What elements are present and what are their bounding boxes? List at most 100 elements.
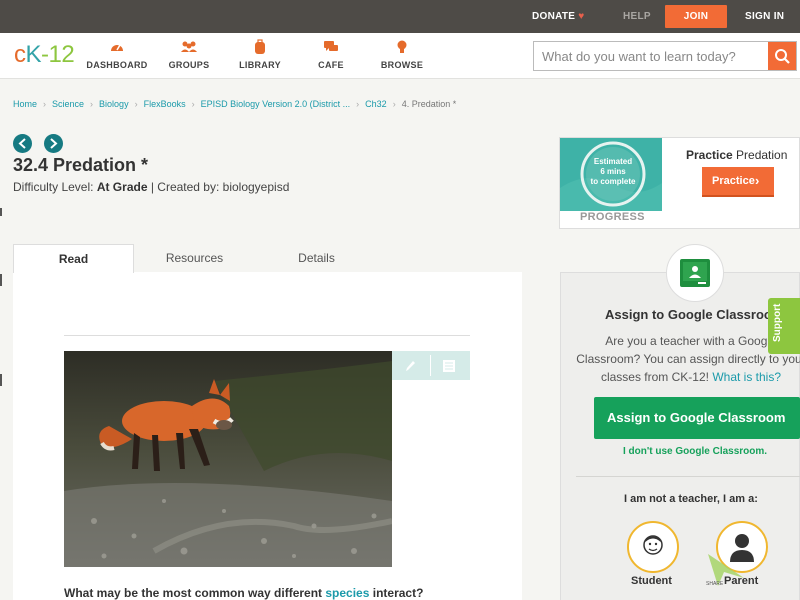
breadcrumb-flexbooks[interactable]: FlexBooks — [144, 99, 186, 109]
tab-resources[interactable]: Resources — [134, 244, 255, 273]
search-button[interactable] — [768, 42, 796, 70]
cafe-chat-icon — [296, 39, 366, 55]
nav-library[interactable]: LIBRARY — [225, 39, 295, 70]
support-label: Support — [772, 303, 783, 342]
previous-lesson-button[interactable] — [13, 134, 32, 153]
dashboard-gauge-icon — [82, 39, 152, 55]
tab-details[interactable]: Details — [256, 244, 377, 273]
chevron-right-icon — [50, 138, 58, 149]
progress-graphic: Estimated 6 mins to complete — [560, 138, 662, 211]
main-header: cK-12 DASHBOARD GROUPS LIBRARY CAFE BROW… — [0, 33, 800, 79]
practice-button-label: Practice — [712, 175, 755, 187]
breadcrumb-biology[interactable]: Biology — [99, 99, 129, 109]
species-link[interactable]: species — [325, 586, 369, 600]
practice-title-bold: Practice — [686, 148, 733, 162]
search-icon — [775, 49, 790, 64]
estimate-line: Estimated — [593, 157, 633, 166]
search-box — [533, 41, 797, 71]
tab-read[interactable]: Read — [13, 244, 134, 273]
estimate-line: to complete — [590, 177, 636, 186]
breadcrumb-separator: › — [43, 99, 47, 109]
progress-label: PROGRESS — [580, 211, 645, 223]
sign-in-link[interactable]: SIGN IN — [745, 0, 784, 33]
question-text: What may be the most common way differen… — [64, 586, 326, 600]
nav-groups-label: GROUPS — [168, 60, 210, 70]
help-link[interactable]: HELP — [623, 0, 651, 33]
estimate-minutes: 6 mins — [600, 167, 626, 176]
lesson-meta: Difficulty Level: At Grade | Created by:… — [13, 180, 289, 194]
browse-bulb-icon — [367, 39, 437, 55]
ck12-logo[interactable]: cK-12 — [14, 41, 75, 71]
nav-dashboard[interactable]: DASHBOARD — [82, 39, 152, 70]
breadcrumb-science[interactable]: Science — [52, 99, 84, 109]
nav-browse[interactable]: BROWSE — [367, 39, 437, 70]
content-tabs: Read Resources Details — [13, 244, 522, 273]
logo-dash: - — [41, 41, 49, 68]
nav-cafe-label: CAFE — [318, 60, 344, 70]
groups-people-icon — [154, 39, 224, 55]
notes-icon[interactable] — [442, 359, 456, 373]
chevron-left-icon — [18, 138, 26, 149]
breadcrumb-separator: › — [392, 99, 396, 109]
logo-k: K — [25, 41, 42, 68]
breadcrumb-separator: › — [356, 99, 360, 109]
nav-library-label: LIBRARY — [239, 60, 281, 70]
nav-browse-label: BROWSE — [380, 60, 424, 70]
practice-card: Estimated 6 mins to complete PROGRESS Pr… — [559, 137, 800, 229]
estimate-text: Estimated 6 mins to complete — [582, 157, 644, 187]
practice-title-topic: Predation — [732, 148, 788, 162]
difficulty-level: At Grade — [96, 180, 148, 194]
donate-link[interactable]: DONATE ♥ — [532, 0, 585, 33]
breadcrumb: Home › Science › Biology › FlexBooks › EPISD Bio… — [13, 99, 456, 109]
what-is-this-link[interactable]: What is this? — [712, 370, 781, 384]
join-button[interactable]: JOIN — [665, 5, 727, 28]
difficulty-prefix: Difficulty Level: — [13, 180, 97, 194]
breadcrumb-ch32[interactable]: Ch32 — [365, 99, 387, 109]
nav-dashboard-label: DASHBOARD — [86, 60, 148, 70]
created-by: | Created by: biologyepisd — [147, 180, 290, 194]
nav-groups[interactable]: GROUPS — [154, 39, 224, 70]
fox-photo — [64, 351, 392, 567]
practice-title: Practice Predation — [686, 148, 787, 162]
heart-icon: ♥ — [578, 11, 585, 22]
logo-num: 12 — [48, 41, 75, 68]
support-tab[interactable]: Support — [768, 298, 800, 354]
next-lesson-button[interactable] — [44, 134, 63, 153]
chevron-right-icon: › — [755, 173, 760, 188]
intro-question: What may be the most common way differen… — [64, 586, 423, 600]
assign-to-classroom-button[interactable]: Assign to Google Classroom — [594, 397, 800, 439]
practice-button[interactable]: Practice › — [702, 167, 774, 197]
breadcrumb-current: 4. Predation * — [401, 99, 457, 109]
assign-title: Assign to Google Classroom — [605, 307, 784, 322]
library-backpack-icon — [225, 39, 295, 55]
breadcrumb-separator: › — [134, 99, 138, 109]
edge-mark — [0, 374, 2, 386]
student-avatar-icon — [643, 535, 663, 555]
no-classroom-link[interactable]: I don't use Google Classroom. — [623, 446, 767, 457]
breadcrumb-separator: › — [90, 99, 94, 109]
edge-mark — [0, 208, 2, 216]
content-divider — [64, 335, 470, 336]
nav-cafe[interactable]: CAFE — [296, 39, 366, 70]
student-role-button[interactable] — [627, 521, 679, 573]
breadcrumb-episd-biology[interactable]: EPISD Biology Version 2.0 (District ... — [201, 99, 351, 109]
page-title: 32.4 Predation * — [13, 155, 149, 175]
search-input[interactable] — [534, 42, 766, 70]
image-tools-strip — [392, 351, 470, 380]
assign-description: Are you a teacher with a Google Classroo… — [576, 332, 800, 386]
edge-mark — [0, 274, 2, 286]
top-bar: DONATE ♥ HELP JOIN SIGN IN — [0, 0, 800, 33]
assign-divider — [576, 476, 800, 477]
strip-divider — [430, 355, 431, 376]
donate-label: DONATE — [532, 11, 576, 22]
breadcrumb-separator: › — [191, 99, 195, 109]
not-teacher-label: I am not a teacher, I am a: — [624, 493, 758, 505]
classroom-icon-circle — [666, 244, 724, 302]
google-classroom-icon — [680, 259, 710, 287]
logo-c: c — [14, 41, 26, 68]
share-label: SHARE — [706, 581, 724, 587]
pencil-icon[interactable] — [404, 359, 416, 373]
breadcrumb-home[interactable]: Home — [13, 99, 37, 109]
student-label: Student — [631, 575, 672, 587]
question-text-end: interact? — [369, 586, 424, 600]
